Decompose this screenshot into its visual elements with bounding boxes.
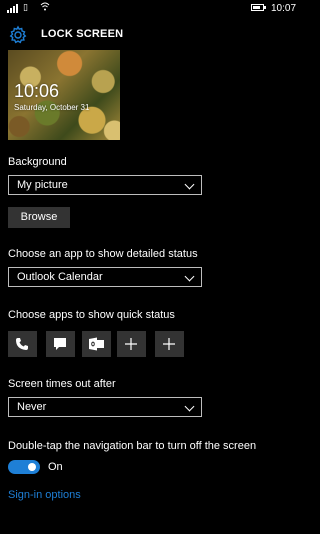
- gear-icon: [8, 25, 28, 45]
- quick-status-label: Choose apps to show quick status: [8, 309, 175, 321]
- quick-status-slot-phone[interactable]: [8, 331, 37, 357]
- background-selected: My picture: [17, 179, 68, 191]
- chevron-down-icon: [184, 401, 195, 412]
- preview-date: Saturday, October 31: [14, 103, 90, 112]
- page-header: LOCK SCREEN: [0, 22, 300, 48]
- detailed-status-label: Choose an app to show detailed status: [8, 248, 198, 260]
- add-icon: [163, 338, 175, 350]
- sign-in-options-link[interactable]: Sign-in options: [8, 489, 81, 501]
- double-tap-toggle[interactable]: [8, 460, 40, 474]
- quick-status-slot-outlook-mail[interactable]: [82, 331, 111, 357]
- outlook-mail-icon: [89, 337, 104, 351]
- quick-status-slot-message[interactable]: [46, 331, 75, 357]
- timeout-dropdown[interactable]: Never: [8, 397, 202, 417]
- wifi-icon: [40, 2, 50, 14]
- browse-button[interactable]: Browse: [8, 207, 70, 228]
- sim-icon: ▯: [23, 2, 28, 12]
- status-bar: ▯ 10:07: [0, 0, 300, 18]
- timeout-selected: Never: [17, 401, 47, 413]
- phone-icon: [16, 338, 28, 350]
- battery-icon: [251, 4, 266, 11]
- timeout-label: Screen times out after: [8, 378, 116, 390]
- double-tap-label: Double-tap the navigation bar to turn of…: [8, 440, 257, 452]
- chevron-down-icon: [184, 271, 195, 282]
- preview-time: 10:06: [14, 81, 60, 101]
- add-icon: [125, 338, 137, 350]
- message-icon: [54, 338, 66, 350]
- chevron-down-icon: [184, 179, 195, 190]
- double-tap-state: On: [48, 461, 63, 473]
- detailed-status-selected: Outlook Calendar: [17, 271, 103, 283]
- status-time: 10:07: [271, 3, 297, 14]
- background-dropdown[interactable]: My picture: [8, 175, 202, 195]
- quick-status-slot-add[interactable]: [155, 331, 184, 357]
- page-title: LOCK SCREEN: [41, 28, 124, 40]
- signal-icon: [7, 4, 21, 13]
- lock-screen-preview: 10:06 Saturday, October 31: [8, 50, 120, 140]
- background-label: Background: [8, 156, 67, 168]
- quick-status-slot-add[interactable]: [117, 331, 146, 357]
- detailed-status-dropdown[interactable]: Outlook Calendar: [8, 267, 202, 287]
